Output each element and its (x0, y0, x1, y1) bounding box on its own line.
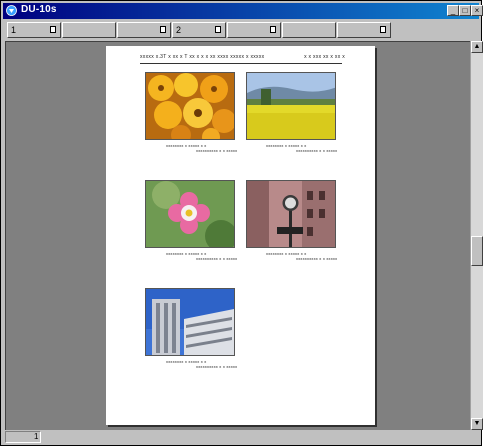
page-icon (215, 26, 221, 33)
toolbar-button-6[interactable] (282, 22, 336, 38)
title-bar[interactable]: DU-10s _ □ × (3, 3, 483, 19)
header-rule (140, 63, 342, 64)
page-icon (270, 26, 276, 33)
page-icon (380, 26, 386, 33)
print-preview-page: xxxxx x.3T x xx x T xx x x x xx xxxx xxx… (106, 46, 375, 425)
status-bar: 1 (3, 431, 479, 445)
toolbar-button-2[interactable] (62, 22, 116, 38)
toolbar-button-4[interactable]: 2 (172, 22, 226, 38)
maximize-button[interactable]: □ (459, 5, 471, 16)
photo-yellow-field[interactable] (246, 72, 336, 140)
photo-caption: xxxxxxxxxx x x xxxxx (296, 148, 338, 153)
toolbar-button-7[interactable] (337, 22, 391, 38)
minimize-button[interactable]: _ (447, 5, 459, 16)
page-number-field: 1 (5, 431, 41, 443)
toolbar-button-3[interactable] (117, 22, 171, 38)
printer-app-icon (6, 5, 17, 16)
photo-caption: xxxxxxxxxx x x xxxxx (196, 148, 238, 153)
scroll-down-button[interactable]: ▼ (471, 418, 483, 430)
page-header-left: xxxxx x.3T x xx x T xx x x x xx xxxx xxx… (140, 54, 265, 60)
scroll-up-button[interactable]: ▲ (471, 41, 483, 53)
page-header-right: x x xxx xx x xx x (304, 54, 345, 60)
vertical-scrollbar[interactable]: ▲ ▼ (470, 41, 483, 430)
photo-street-clock[interactable] (246, 180, 336, 248)
close-button[interactable]: × (471, 5, 483, 16)
photo-caption: xxxxxxxxxx x x xxxxx (196, 364, 238, 369)
photo-pink-flower[interactable] (145, 180, 235, 248)
photo-caption: xxxxxxxxxx x x xxxxx (296, 256, 338, 261)
toolbar-button-5[interactable] (227, 22, 281, 38)
photo-caption: xxxxxxxxxx x x xxxxx (196, 256, 238, 261)
scroll-thumb[interactable] (471, 236, 483, 266)
toolbar-button-1[interactable]: 1 (7, 22, 61, 38)
page-icon (160, 26, 166, 33)
page-icon (50, 26, 56, 33)
window-title: DU-10s (21, 4, 57, 15)
toolbar-button-number: 2 (176, 25, 182, 35)
app-window: DU-10s _ □ × 1 2 xxxxx x.3T x xx x T xx … (0, 0, 483, 446)
photo-office-buildings[interactable] (145, 288, 235, 356)
toolbar-button-number: 1 (11, 25, 17, 35)
toolbar: 1 2 (3, 20, 479, 40)
photo-orange-flowers[interactable] (145, 72, 235, 140)
